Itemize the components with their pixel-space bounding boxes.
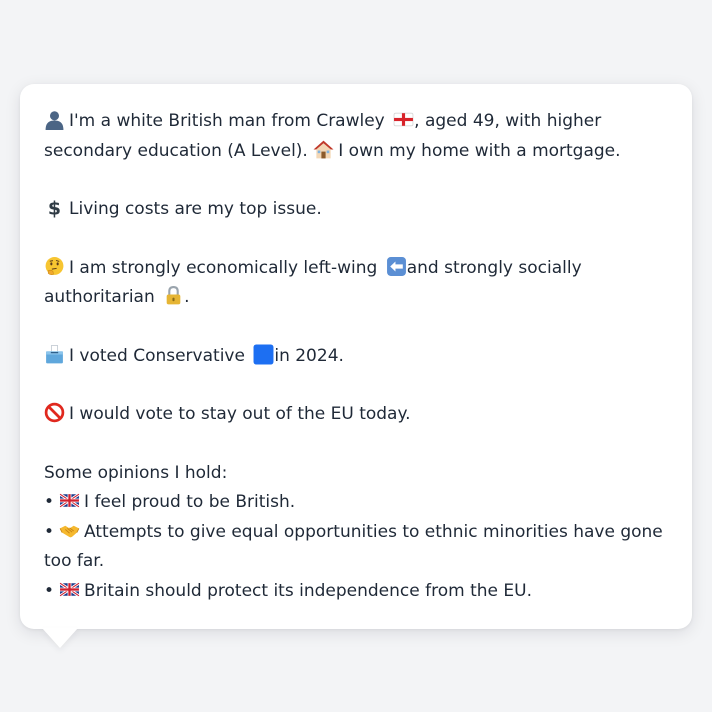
opinion-text: Attempts to give equal opportunities to … bbox=[44, 521, 663, 572]
speech-bubble-tail bbox=[42, 628, 78, 648]
ideology-text-3: . bbox=[184, 287, 190, 307]
vote-2024-text-2: in 2024. bbox=[274, 345, 344, 366]
opinions-heading: Some opinions I hold: bbox=[44, 462, 228, 483]
england-flag-icon bbox=[393, 109, 414, 130]
vote-2024-text-1: I voted Conservative bbox=[69, 345, 245, 366]
house-icon bbox=[313, 139, 334, 160]
top-issue-paragraph: $ Living costs are my top issue. bbox=[44, 195, 670, 225]
left-arrow-icon bbox=[386, 256, 407, 277]
vote-2024-paragraph: I voted Conservative in 2024. bbox=[44, 342, 670, 372]
svg-text:$: $ bbox=[48, 197, 61, 218]
handshake-icon bbox=[59, 520, 80, 541]
uk-flag-icon bbox=[59, 579, 80, 600]
opinion-text: Britain should protect its independence … bbox=[84, 580, 532, 601]
prohibited-icon bbox=[44, 402, 65, 423]
ideology-text-1: I am strongly economically left-wing bbox=[69, 257, 378, 278]
uk-flag-icon bbox=[59, 490, 80, 511]
identity-text-1: I'm a white British man from Crawley bbox=[69, 111, 385, 131]
person-silhouette-icon bbox=[44, 109, 65, 130]
opinion-item: • Britain should protect its independenc… bbox=[44, 577, 670, 607]
opinion-item: • I feel proud to be British. bbox=[44, 488, 670, 518]
dollar-sign-icon: $ bbox=[44, 197, 65, 218]
ideology-paragraph: I am strongly economically left-wing and… bbox=[44, 254, 670, 313]
bullet-marker: • bbox=[44, 521, 55, 542]
bullet-marker: • bbox=[44, 580, 55, 601]
opinion-text: I feel proud to be British. bbox=[84, 492, 296, 512]
bullet-marker: • bbox=[44, 492, 55, 512]
thinking-face-icon bbox=[44, 256, 65, 277]
ballot-box-icon bbox=[44, 344, 65, 365]
identity-text-3: I own my home with a mortgage. bbox=[338, 140, 621, 161]
eu-vote-paragraph: I would vote to stay out of the EU today… bbox=[44, 400, 670, 430]
opinion-item: • Attempts to give equal opportunities t… bbox=[44, 518, 670, 577]
blue-square-icon bbox=[253, 344, 274, 365]
top-issue-text: Living costs are my top issue. bbox=[69, 199, 322, 219]
lock-icon bbox=[163, 285, 184, 306]
persona-card: I'm a white British man from Crawley , a… bbox=[20, 84, 692, 629]
eu-vote-text: I would vote to stay out of the EU today… bbox=[69, 404, 411, 424]
identity-paragraph: I'm a white British man from Crawley , a… bbox=[44, 107, 670, 166]
